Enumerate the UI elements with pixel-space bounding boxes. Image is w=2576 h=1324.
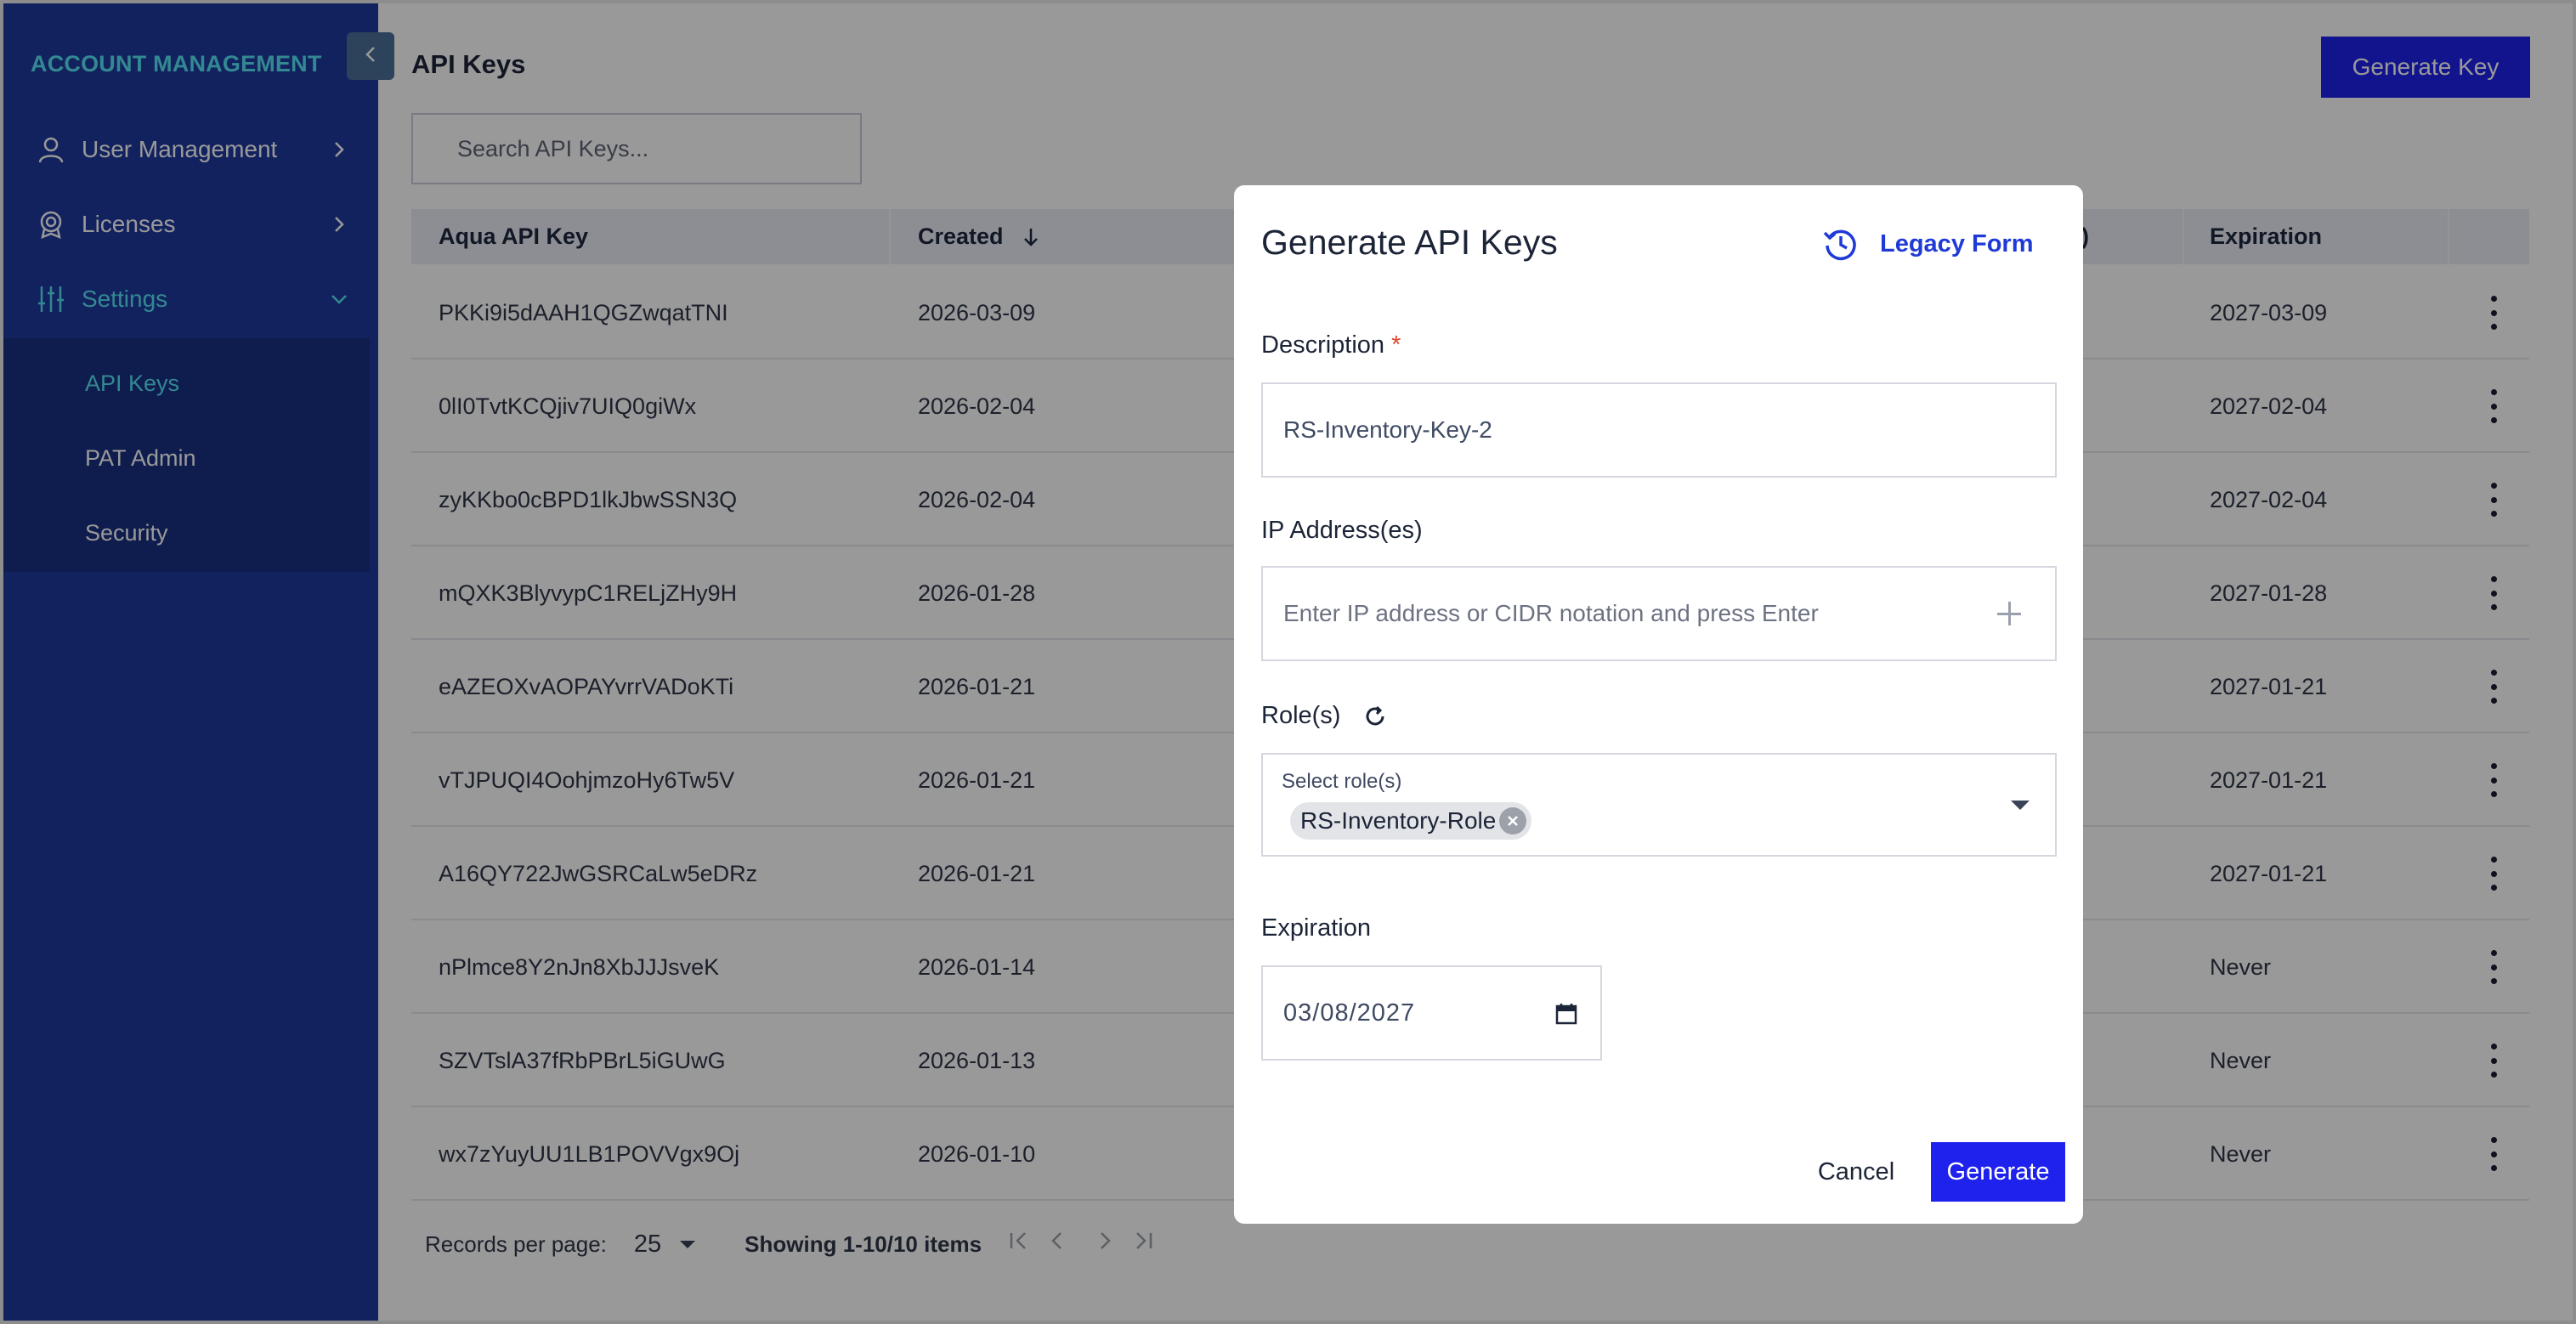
expiration-date-input[interactable]: 03/08/2027 (1261, 965, 1602, 1061)
generate-api-keys-dialog: Generate API Keys Legacy Form Descriptio… (1234, 185, 2083, 1224)
refresh-icon[interactable] (1362, 704, 1388, 729)
expiration-date-value: 03/08/2027 (1283, 999, 1416, 1027)
history-icon (1822, 225, 1860, 263)
cancel-button[interactable]: Cancel (1809, 1142, 1904, 1202)
legacy-form-label: Legacy Form (1880, 229, 2034, 257)
description-label-text: Description (1261, 331, 1385, 359)
role-chip-label: RS-Inventory-Role (1300, 807, 1497, 834)
plus-icon[interactable] (1994, 598, 2024, 629)
ip-address-field[interactable]: Enter IP address or CIDR notation and pr… (1261, 566, 2057, 661)
ip-address-placeholder: Enter IP address or CIDR notation and pr… (1283, 600, 1819, 626)
description-value: RS-Inventory-Key-2 (1283, 416, 1492, 443)
ip-addresses-label: IP Address(es) (1261, 517, 1423, 544)
calendar-icon[interactable] (1555, 1003, 1577, 1032)
remove-chip-icon[interactable] (1499, 807, 1527, 835)
dropdown-caret-icon[interactable] (2011, 801, 2030, 810)
legacy-form-link[interactable]: Legacy Form (1822, 223, 2034, 265)
roles-label-text: Role(s) (1261, 702, 1341, 729)
description-label: Description * (1261, 331, 1401, 359)
roles-select[interactable]: Select role(s) RS-Inventory-Role (1261, 753, 2057, 857)
description-field[interactable]: RS-Inventory-Key-2 (1261, 382, 2057, 478)
dialog-title: Generate API Keys (1261, 223, 1558, 262)
roles-select-placeholder: Select role(s) (1282, 770, 1402, 793)
expiration-label: Expiration (1261, 914, 1371, 942)
role-chip: RS-Inventory-Role (1290, 802, 1532, 840)
generate-button[interactable]: Generate (1931, 1142, 2065, 1202)
roles-label: Role(s) (1261, 702, 1388, 730)
required-indicator: * (1391, 331, 1401, 359)
